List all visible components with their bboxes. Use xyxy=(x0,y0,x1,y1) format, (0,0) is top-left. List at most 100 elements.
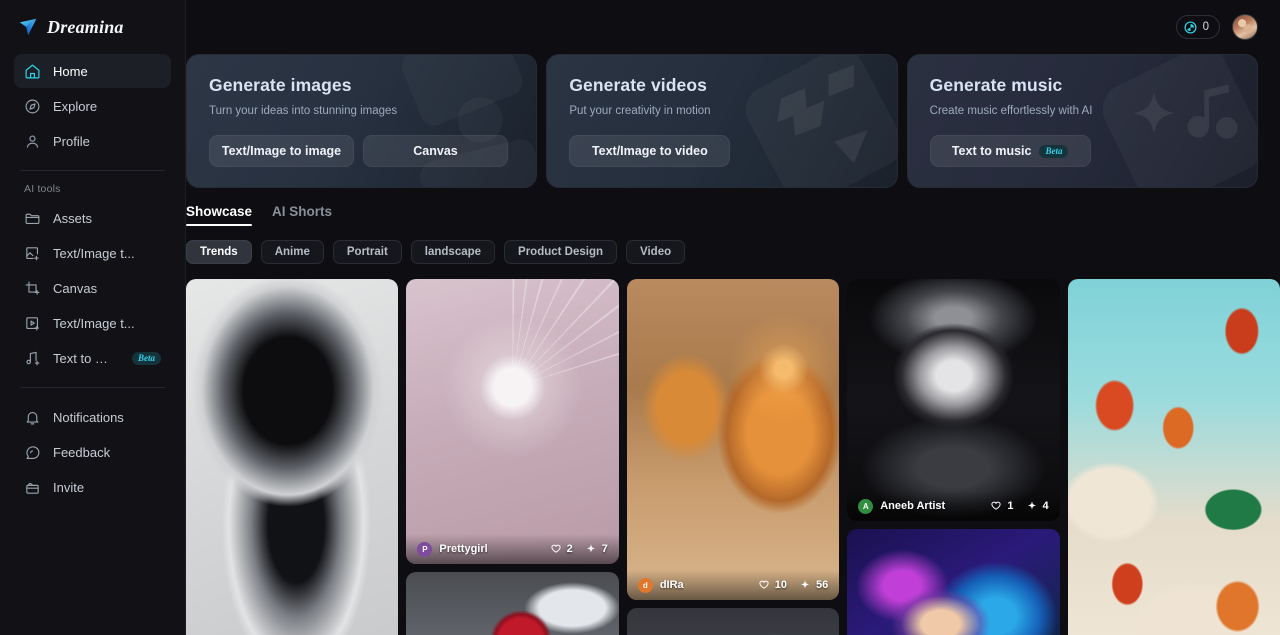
sidebar-divider-bottom xyxy=(20,387,165,388)
generate-music-card[interactable]: Generate music Create music effortlessly… xyxy=(906,54,1258,188)
sidebar-item-label: Profile xyxy=(53,133,90,149)
like-stat[interactable]: 10 xyxy=(758,579,787,591)
sparkle-stat[interactable]: 56 xyxy=(799,579,828,591)
like-count: 2 xyxy=(566,543,573,555)
bell-icon xyxy=(24,409,41,426)
sidebar-item-label: Text/Image t... xyxy=(53,315,135,331)
brand[interactable]: Dreamina xyxy=(14,0,171,54)
gallery-item[interactable]: A Aneeb Artist 1 4 xyxy=(847,279,1060,521)
user-icon xyxy=(24,133,41,150)
card-title: Generate music xyxy=(929,75,1063,95)
gallery-item[interactable] xyxy=(847,529,1060,635)
artwork-image xyxy=(406,572,619,635)
gallery-item[interactable] xyxy=(626,608,840,635)
heart-icon xyxy=(550,543,562,555)
card-actions: Text/Image to image Canvas xyxy=(209,135,514,167)
sidebar-item-text-image-to-image[interactable]: Text/Image t... xyxy=(14,236,171,270)
sparkle-stat[interactable]: 4 xyxy=(1026,500,1049,512)
artwork-image xyxy=(186,279,399,635)
author-avatar[interactable]: A xyxy=(858,498,874,514)
sidebar: Dreamina Home Explore Profile AI tools A… xyxy=(0,0,186,635)
sidebar-section-label: AI tools xyxy=(24,183,61,195)
credit-coin-icon xyxy=(1184,20,1197,34)
chip-label: Portrait xyxy=(346,246,388,258)
artwork-image xyxy=(626,279,840,600)
gift-icon xyxy=(24,479,41,496)
sidebar-item-feedback[interactable]: Feedback xyxy=(14,435,171,469)
sidebar-item-text-image-to-video[interactable]: Text/Image t... xyxy=(14,306,171,340)
chip-anime[interactable]: Anime xyxy=(260,240,324,264)
author-avatar[interactable]: P xyxy=(417,541,433,557)
chip-label: Product Design xyxy=(518,246,604,258)
heart-icon xyxy=(990,500,1002,512)
home-icon xyxy=(24,63,41,80)
text-image-to-image-button[interactable]: Text/Image to image xyxy=(209,135,354,167)
beta-badge: Beta xyxy=(132,351,161,365)
gallery-item-meta: A Aneeb Artist 1 4 xyxy=(847,491,1060,521)
gallery-item-stats: 10 56 xyxy=(758,579,828,591)
sidebar-item-canvas[interactable]: Canvas xyxy=(14,271,171,305)
sparkle-stat[interactable]: 7 xyxy=(585,543,608,555)
sidebar-item-label: Canvas xyxy=(53,280,98,296)
gallery-item[interactable]: d dIRa 10 56 xyxy=(626,279,840,600)
chip-label: Trends xyxy=(200,246,238,258)
avatar[interactable] xyxy=(1232,14,1258,40)
credits-count: 0 xyxy=(1202,21,1209,33)
card-title: Generate images xyxy=(209,75,352,95)
generate-videos-card[interactable]: Generate videos Put your creativity in m… xyxy=(546,54,898,188)
text-image-to-video-button[interactable]: Text/Image to video xyxy=(569,135,731,167)
sidebar-item-explore[interactable]: Explore xyxy=(14,89,171,123)
chat-bubble-icon xyxy=(24,444,41,461)
artwork-image xyxy=(847,529,1060,635)
tab-showcase[interactable]: Showcase xyxy=(186,204,253,226)
chip-label: Video xyxy=(640,246,672,258)
main-content: 0 Generate images Turn your ideas into s… xyxy=(186,0,1280,635)
button-label: Text/Image to video xyxy=(591,144,708,158)
gallery-item[interactable] xyxy=(406,572,619,635)
tab-label: Showcase xyxy=(186,204,253,219)
author-name: dIRa xyxy=(659,579,684,591)
sidebar-item-text-to-music[interactable]: Text to music Beta xyxy=(14,341,171,375)
category-filters: Trends Anime Portrait landscape Product … xyxy=(186,240,1280,264)
sidebar-item-notifications[interactable]: Notifications xyxy=(14,400,171,434)
chip-trends[interactable]: Trends xyxy=(186,240,252,264)
chip-label: landscape xyxy=(424,246,482,258)
canvas-button[interactable]: Canvas xyxy=(363,135,508,167)
chip-product-design[interactable]: Product Design xyxy=(504,240,618,264)
compass-icon xyxy=(24,98,41,115)
card-actions: Text to music Beta xyxy=(929,135,1235,167)
showcase-gallery: P Prettygirl 2 7 d dIRa 10 56 A Aneeb Artist 1 4 xyxy=(186,279,1280,635)
beta-badge: Beta xyxy=(1039,144,1069,158)
author-avatar[interactable]: d xyxy=(637,577,653,593)
gallery-item-stats: 27 xyxy=(550,543,608,555)
hero-cards: Generate images Turn your ideas into stu… xyxy=(186,54,1280,188)
chip-landscape[interactable]: landscape xyxy=(410,240,496,264)
like-stat[interactable]: 1 xyxy=(990,500,1014,512)
card-subtitle: Turn your ideas into stunning images xyxy=(209,105,398,117)
chip-portrait[interactable]: Portrait xyxy=(332,240,402,264)
credits-badge[interactable]: 0 xyxy=(1175,15,1220,39)
tab-ai-shorts[interactable]: AI Shorts xyxy=(272,204,332,226)
gallery-column: A Aneeb Artist 1 4 xyxy=(847,279,1060,635)
like-stat[interactable]: 2 xyxy=(550,543,573,555)
author-name: Prettygirl xyxy=(439,543,488,555)
sidebar-item-label: Text to music xyxy=(53,350,114,366)
sidebar-item-home[interactable]: Home xyxy=(14,54,171,88)
generate-images-card[interactable]: Generate images Turn your ideas into stu… xyxy=(186,54,538,188)
sidebar-item-invite[interactable]: Invite xyxy=(14,470,171,504)
gallery-item[interactable] xyxy=(1067,279,1280,635)
gallery-item[interactable]: P Prettygirl 2 7 xyxy=(406,279,619,564)
card-title: Generate videos xyxy=(569,75,707,95)
sidebar-item-assets[interactable]: Assets xyxy=(14,201,171,235)
sidebar-item-profile[interactable]: Profile xyxy=(14,124,171,158)
like-count: 10 xyxy=(774,579,787,591)
card-actions: Text/Image to video xyxy=(569,135,874,167)
artwork-image xyxy=(847,279,1060,521)
sidebar-item-label: Explore xyxy=(53,98,98,114)
sidebar-item-label: Home xyxy=(53,63,88,79)
tab-label: AI Shorts xyxy=(272,204,333,219)
text-to-music-button[interactable]: Text to music Beta xyxy=(929,135,1091,167)
chip-video[interactable]: Video xyxy=(626,240,686,264)
gallery-item[interactable] xyxy=(186,279,399,635)
gallery-column: d dIRa 10 56 xyxy=(626,279,840,635)
